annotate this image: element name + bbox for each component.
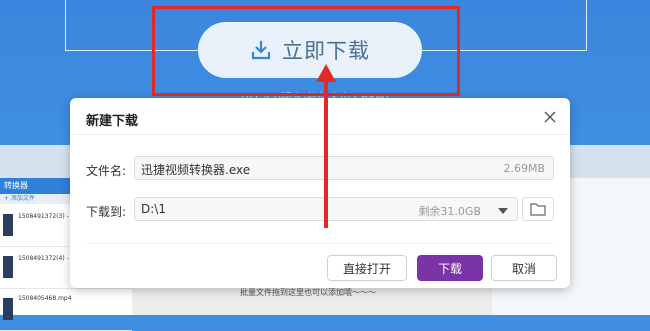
free-space: 剩余31.0GB — [418, 205, 481, 218]
dialog-divider — [86, 243, 554, 244]
video-thumbnail — [3, 256, 13, 278]
annotation-red-box — [152, 6, 460, 96]
list-item[interactable]: 1508405468.mp4 — [0, 290, 132, 331]
video-thumbnail — [3, 214, 13, 236]
filename-label: 文件名: — [86, 164, 127, 178]
folder-icon — [530, 203, 546, 216]
path-label: 下载到: — [86, 205, 127, 219]
download-button[interactable]: 下载 — [417, 255, 483, 281]
browse-folder-button[interactable] — [522, 197, 554, 221]
file-name: 1508405468.mp4 — [18, 295, 72, 302]
drop-hint: 批量文件拖到这里也可以添加哦～～～ — [240, 288, 376, 297]
path-value: D:\1 — [141, 202, 166, 216]
chevron-down-icon[interactable] — [497, 207, 509, 215]
filename-value: 迅捷视频转换器.exe — [141, 163, 251, 177]
close-button[interactable] — [541, 108, 559, 126]
annotation-arrow — [316, 64, 336, 228]
close-icon — [544, 111, 556, 123]
filename-field[interactable]: 迅捷视频转换器.exe 2.69MB — [134, 156, 554, 180]
open-directly-button[interactable]: 直接打开 — [327, 255, 407, 281]
cancel-button[interactable]: 取消 — [491, 255, 557, 281]
video-thumbnail — [3, 298, 13, 320]
dialog-title: 新建下载 — [86, 114, 139, 129]
file-size: 2.69MB — [503, 162, 545, 175]
